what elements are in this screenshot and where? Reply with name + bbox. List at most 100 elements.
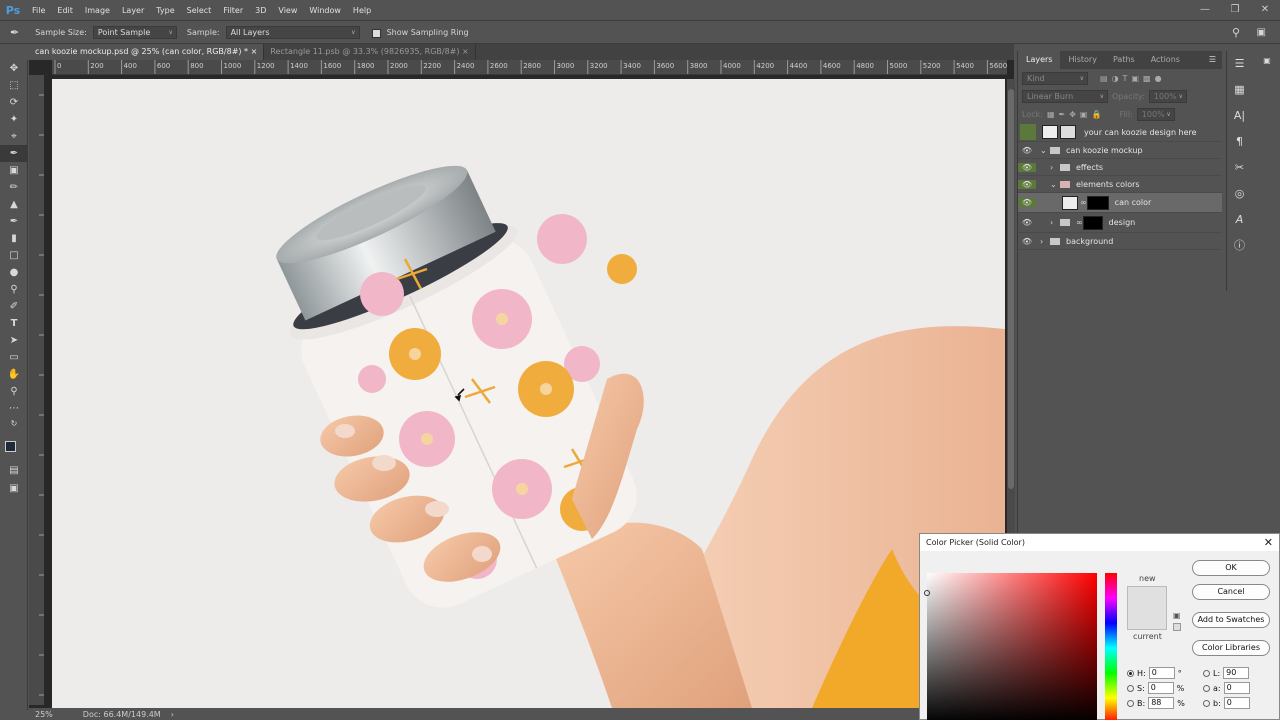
shape-tool-icon[interactable]: ▭ xyxy=(0,349,28,366)
tab-close-icon[interactable]: × xyxy=(462,47,469,56)
glyphs-icon[interactable]: A xyxy=(1227,207,1252,233)
screen-mode-icon[interactable]: ▣ xyxy=(0,480,28,497)
websafe-swatch[interactable] xyxy=(1173,623,1181,631)
status-arrow-icon[interactable]: › xyxy=(171,710,174,719)
expand-chevron-icon[interactable]: ⌄ xyxy=(1050,180,1060,189)
layer-design-here[interactable]: your can koozie design here xyxy=(1018,123,1222,142)
b-input[interactable]: 88 xyxy=(1148,697,1175,709)
s-input[interactable]: 0 xyxy=(1147,682,1174,694)
color-libraries-button[interactable]: Color Libraries xyxy=(1192,640,1270,656)
h-radio[interactable] xyxy=(1127,669,1134,677)
layer-elements-colors[interactable]: 👁 ⌄ elements colors xyxy=(1018,176,1222,193)
eraser-tool-icon[interactable]: ▮ xyxy=(0,230,28,247)
lock-all-icon[interactable]: 🔒 xyxy=(1091,110,1101,119)
ok-button[interactable]: OK xyxy=(1192,560,1270,576)
fill-input[interactable]: 100% xyxy=(1136,107,1175,121)
zoom-level[interactable]: 25% xyxy=(35,710,53,719)
menu-help[interactable]: Help xyxy=(347,6,377,15)
menu-3d[interactable]: 3D xyxy=(249,6,272,15)
expand-chevron-icon[interactable]: ⌄ xyxy=(1040,146,1050,155)
collapse-chevron-icon[interactable]: › xyxy=(1040,237,1050,246)
stamp-tool-icon[interactable]: ▲ xyxy=(0,196,28,213)
lock-paint-icon[interactable]: ✒ xyxy=(1059,110,1066,119)
magic-wand-icon[interactable]: ✦ xyxy=(0,111,28,128)
menu-select[interactable]: Select xyxy=(181,6,218,15)
menu-file[interactable]: File xyxy=(26,6,51,15)
pen-tool-icon[interactable]: ✐ xyxy=(0,298,28,315)
sample-select[interactable]: All Layers xyxy=(225,25,360,39)
lock-pixels-icon[interactable]: ▦ xyxy=(1047,110,1055,119)
zoom-tool-icon[interactable]: ⚲ xyxy=(0,383,28,400)
close-window-icon[interactable]: ✕ xyxy=(1250,0,1280,20)
visibility-icon[interactable]: 👁 xyxy=(1018,237,1036,246)
menu-type[interactable]: Type xyxy=(150,6,180,15)
tab-can-koozie[interactable]: can koozie mockup.psd @ 25% (can color, … xyxy=(29,44,265,60)
healing-tool-icon[interactable]: ▣ xyxy=(0,162,28,179)
a-input[interactable]: 0 xyxy=(1223,682,1250,694)
history-brush-icon[interactable]: ✒ xyxy=(0,213,28,230)
visibility-icon[interactable]: 👁 xyxy=(1018,146,1036,155)
marquee-tool-icon[interactable]: ⬚ xyxy=(0,77,28,94)
tab-paths[interactable]: Paths xyxy=(1105,51,1143,69)
lock-artboard-icon[interactable]: ▣ xyxy=(1080,110,1088,119)
opacity-input[interactable]: 100% xyxy=(1148,89,1187,103)
tab-rectangle[interactable]: Rectangle 11.psb @ 33.3% (9826935, RGB/8… xyxy=(264,44,476,60)
layer-design[interactable]: 👁 › ∞ design xyxy=(1018,213,1222,233)
sample-size-select[interactable]: Point Sample xyxy=(92,25,177,39)
hue-slider[interactable] xyxy=(1105,573,1117,720)
menu-filter[interactable]: Filter xyxy=(217,6,249,15)
visibility-icon[interactable]: 👁 xyxy=(1018,198,1036,207)
visibility-icon[interactable]: 👁 xyxy=(1018,179,1036,189)
show-ring-checkbox[interactable] xyxy=(371,28,381,38)
blend-mode-select[interactable]: Linear Burn xyxy=(1022,89,1108,103)
visibility-off-icon[interactable] xyxy=(1020,124,1036,140)
filter-smart-icon[interactable]: ▩ xyxy=(1143,74,1151,83)
tab-layers[interactable]: Layers xyxy=(1018,51,1061,69)
move-tool-icon[interactable]: ✥ xyxy=(0,60,28,77)
panel-menu-icon[interactable]: ☰ xyxy=(1209,51,1222,69)
saturation-brightness-field[interactable] xyxy=(924,573,1097,720)
path-select-icon[interactable]: ➤ xyxy=(0,332,28,349)
filter-adjust-icon[interactable]: ◑ xyxy=(1112,74,1119,83)
lab-b-radio[interactable] xyxy=(1203,699,1210,707)
workspace-icon[interactable]: ▣ xyxy=(1257,27,1266,38)
character-icon[interactable]: A| xyxy=(1227,103,1252,129)
swap-colors-icon[interactable]: ↻ xyxy=(0,417,28,429)
more-tools-icon[interactable]: ⋯ xyxy=(0,400,28,417)
styles-icon[interactable]: ◎ xyxy=(1227,181,1252,207)
foreground-color-swatch[interactable] xyxy=(5,441,16,452)
info-icon[interactable]: ⓘ xyxy=(1227,233,1252,259)
scrollbar-thumb[interactable] xyxy=(1008,89,1014,489)
crop-tool-icon[interactable]: ⌖ xyxy=(0,128,28,145)
l-input[interactable]: 90 xyxy=(1223,667,1250,679)
a-radio[interactable] xyxy=(1203,684,1210,692)
menu-image[interactable]: Image xyxy=(79,6,116,15)
quick-mask-icon[interactable]: ▤ xyxy=(0,462,28,479)
lock-move-icon[interactable]: ✥ xyxy=(1069,110,1076,119)
visibility-icon[interactable]: 👁 xyxy=(1018,218,1036,227)
restore-icon[interactable]: ❐ xyxy=(1220,0,1250,20)
kind-filter[interactable]: Kind xyxy=(1022,71,1088,85)
filter-toggle-icon[interactable]: ● xyxy=(1155,74,1162,83)
b-radio[interactable] xyxy=(1127,699,1134,707)
cancel-button[interactable]: Cancel xyxy=(1192,584,1270,600)
document-canvas[interactable] xyxy=(52,79,1005,708)
filter-image-icon[interactable]: ▤ xyxy=(1100,74,1108,83)
gradient-tool-icon[interactable]: □ xyxy=(0,247,28,264)
paragraph-icon[interactable]: ¶ xyxy=(1227,129,1252,155)
blur-tool-icon[interactable]: ● xyxy=(0,264,28,281)
layer-can-koozie-mockup[interactable]: 👁 ⌄ can koozie mockup xyxy=(1018,142,1222,159)
layer-can-color[interactable]: 👁 ∞ can color xyxy=(1018,193,1222,213)
filter-shape-icon[interactable]: ▣ xyxy=(1131,74,1139,83)
menu-layer[interactable]: Layer xyxy=(116,6,150,15)
type-tool-icon[interactable]: T xyxy=(0,315,28,332)
tab-actions[interactable]: Actions xyxy=(1143,51,1188,69)
minimize-icon[interactable]: — xyxy=(1190,0,1220,20)
adjust-icon[interactable]: ☰ xyxy=(1227,51,1252,77)
filter-type-icon[interactable]: T xyxy=(1123,74,1128,83)
visibility-icon[interactable]: 👁 xyxy=(1018,162,1036,172)
h-input[interactable]: 0 xyxy=(1148,667,1175,679)
dodge-tool-icon[interactable]: ⚲ xyxy=(0,281,28,298)
lab-b-input[interactable]: 0 xyxy=(1223,697,1250,709)
layer-background[interactable]: 👁 › background xyxy=(1018,233,1222,250)
